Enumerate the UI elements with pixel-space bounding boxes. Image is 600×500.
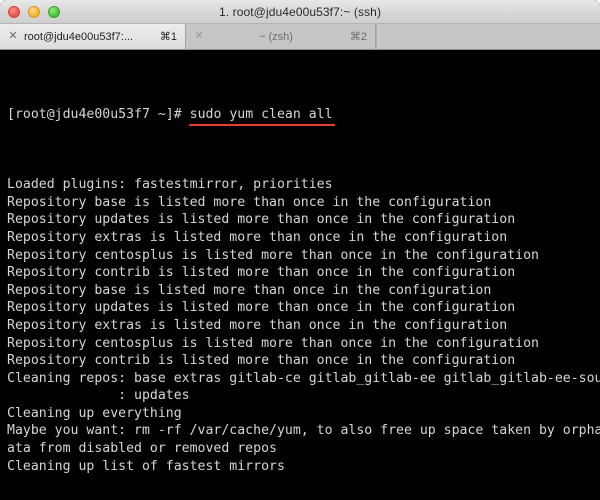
terminal-line: Repository base is listed more than once… (7, 194, 492, 210)
executed-command: sudo yum clean all (188, 106, 335, 126)
terminal-line: Repository base is listed more than once… (7, 282, 492, 298)
terminal-line: Repository extras is listed more than on… (7, 229, 508, 245)
terminal-line: Repository updates is listed more than o… (7, 300, 516, 316)
terminal-line: Cleaning up everything (7, 405, 182, 421)
tab-bar-empty-area[interactable] (376, 24, 600, 49)
terminal-line: Repository updates is listed more than o… (7, 212, 516, 228)
window-title: 1. root@jdu4e00u53f7:~ (ssh) (218, 4, 382, 19)
terminal-line: ata from disabled or removed repos (7, 441, 277, 457)
terminal-line: Loaded plugins: fastestmirror, prioritie… (7, 177, 333, 193)
tab-zsh-session[interactable]: ✕ ~ (zsh) ⌘2 (186, 24, 376, 49)
terminal-line: Repository contrib is listed more than o… (7, 265, 516, 281)
terminal-window: 1. root@jdu4e00u53f7:~ (ssh) ✕ root@jdu4… (0, 0, 600, 500)
terminal-line: Maybe you want: rm -rf /var/cache/yum, t… (7, 423, 600, 439)
minimize-button[interactable] (28, 6, 40, 18)
terminal-line: Repository centosplus is listed more tha… (7, 335, 539, 351)
terminal-output-lines: Loaded plugins: fastestmirror, prioritie… (7, 176, 600, 475)
shell-prompt: [root@jdu4e00u53f7 ~]# (7, 106, 190, 122)
terminal-line: Repository extras is listed more than on… (7, 317, 508, 333)
tab-close-icon[interactable]: ✕ (6, 31, 20, 42)
tab-close-icon[interactable]: ✕ (192, 31, 206, 42)
tab-bar: ✕ root@jdu4e00u53f7:... ⌘1 ✕ ~ (zsh) ⌘2 (0, 24, 600, 50)
tab-label: ~ (zsh) (258, 30, 293, 43)
close-button[interactable] (8, 6, 20, 18)
tab-label: root@jdu4e00u53f7:... (24, 30, 134, 43)
title-bar[interactable]: 1. root@jdu4e00u53f7:~ (ssh) (0, 0, 600, 24)
terminal-line: Repository centosplus is listed more tha… (7, 247, 539, 263)
tab-ssh-session[interactable]: ✕ root@jdu4e00u53f7:... ⌘1 (0, 24, 186, 49)
terminal-line: Cleaning up list of fastest mirrors (7, 458, 285, 474)
window-controls (8, 0, 60, 24)
terminal-command-line: [root@jdu4e00u53f7 ~]# sudo yum clean al… (7, 106, 600, 126)
terminal-output[interactable]: [root@jdu4e00u53f7 ~]# sudo yum clean al… (0, 50, 600, 498)
terminal-line: : updates (7, 388, 190, 404)
tab-shortcut: ⌘1 (159, 31, 177, 43)
zoom-button[interactable] (48, 6, 60, 18)
terminal-line: Cleaning repos: base extras gitlab-ce gi… (7, 370, 600, 386)
tab-shortcut: ⌘2 (349, 31, 367, 43)
terminal-line: Repository contrib is listed more than o… (7, 353, 516, 369)
